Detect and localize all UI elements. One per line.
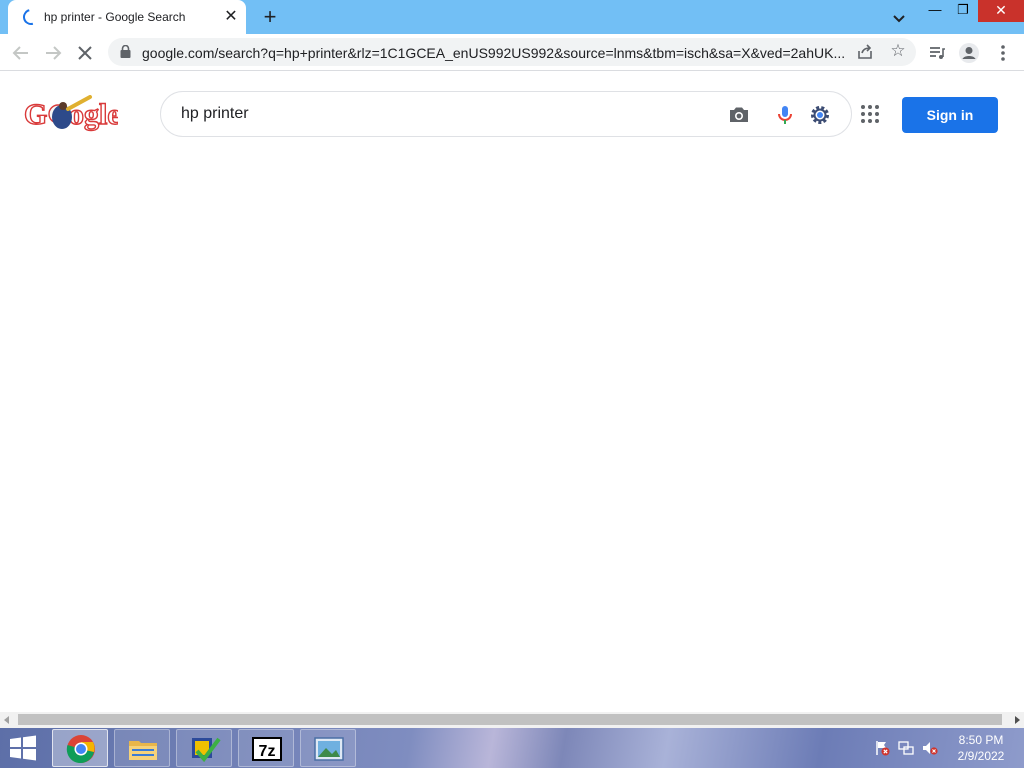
restore-button[interactable]: ❐	[948, 0, 978, 22]
new-tab-button[interactable]: +	[258, 5, 282, 29]
close-tab-icon[interactable]: ✕	[222, 8, 240, 26]
taskbar-chrome[interactable]	[52, 729, 108, 767]
forward-arrow-icon	[46, 46, 62, 60]
share-icon[interactable]	[856, 43, 874, 61]
clock-date: 2/9/2022	[957, 749, 1005, 763]
volume-muted-icon[interactable]	[922, 740, 938, 756]
chrome-icon	[66, 735, 95, 764]
media-control-button[interactable]	[924, 40, 950, 66]
back-button[interactable]	[8, 40, 34, 66]
profile-button[interactable]	[956, 40, 982, 66]
scrollbar-thumb[interactable]	[18, 714, 1002, 725]
scroll-left-icon[interactable]	[4, 716, 9, 724]
svg-text:G: G	[24, 98, 47, 131]
address-bar[interactable]: google.com/search?q=hp+printer&rlz=1C1GC…	[108, 38, 916, 66]
sign-in-button[interactable]: Sign in	[902, 97, 998, 133]
action-center-flag-icon[interactable]	[874, 740, 890, 756]
tab-search-icon[interactable]	[888, 7, 910, 29]
stop-icon	[78, 46, 92, 60]
clock-time: 8:50 PM	[958, 733, 1004, 747]
photo-viewer-icon	[314, 737, 344, 761]
playlist-icon	[930, 47, 945, 59]
file-explorer-icon	[129, 741, 157, 760]
microphone-icon[interactable]	[773, 103, 797, 127]
google-doodle-logo[interactable]: G ogle	[24, 95, 118, 133]
taskbar-clock[interactable]: 8:50 PM 2/9/2022	[948, 732, 1014, 764]
settings-gear-icon[interactable]	[808, 103, 832, 127]
start-button[interactable]	[8, 735, 38, 761]
more-vert-icon	[1001, 45, 1005, 61]
scroll-right-icon[interactable]	[1015, 716, 1020, 724]
url-text[interactable]: google.com/search?q=hp+printer&rlz=1C1GC…	[142, 45, 847, 61]
close-window-button[interactable]: ✕	[978, 0, 1024, 22]
tab-title: hp printer - Google Search	[44, 10, 186, 24]
7zip-label: 7z	[259, 743, 276, 760]
camera-search-icon[interactable]	[727, 103, 751, 127]
taskbar-file-explorer[interactable]	[114, 729, 170, 767]
taskbar-7zip[interactable]: 7z	[238, 729, 294, 767]
google-apps-icon[interactable]	[860, 104, 880, 124]
stop-loading-button[interactable]	[72, 40, 98, 66]
lock-icon[interactable]	[120, 45, 131, 58]
task-app-icon	[192, 737, 221, 763]
browser-tab[interactable]: hp printer - Google Search ✕	[8, 0, 246, 34]
chrome-menu-button[interactable]	[990, 40, 1016, 66]
windows-taskbar: 7z 8:50 PM 2/9/2022	[0, 728, 1024, 768]
network-icon[interactable]	[898, 740, 914, 756]
bookmark-star-icon[interactable]: ☆	[888, 41, 908, 61]
7zip-icon: 7z	[252, 737, 282, 761]
tab-strip: hp printer - Google Search ✕ + — ❐ ✕	[0, 0, 1024, 34]
avatar-icon	[959, 43, 979, 63]
forward-button[interactable]	[40, 40, 66, 66]
search-box[interactable]: hp printer	[160, 91, 852, 137]
taskbar-photo-viewer[interactable]	[300, 729, 356, 767]
loading-spinner-icon	[20, 6, 42, 28]
minimize-button[interactable]: —	[920, 0, 950, 22]
search-input[interactable]: hp printer	[181, 105, 249, 123]
back-arrow-icon	[12, 46, 28, 60]
browser-toolbar: google.com/search?q=hp+printer&rlz=1C1GC…	[0, 34, 1024, 71]
taskbar-task-app[interactable]	[176, 729, 232, 767]
horizontal-scrollbar[interactable]	[0, 712, 1024, 728]
